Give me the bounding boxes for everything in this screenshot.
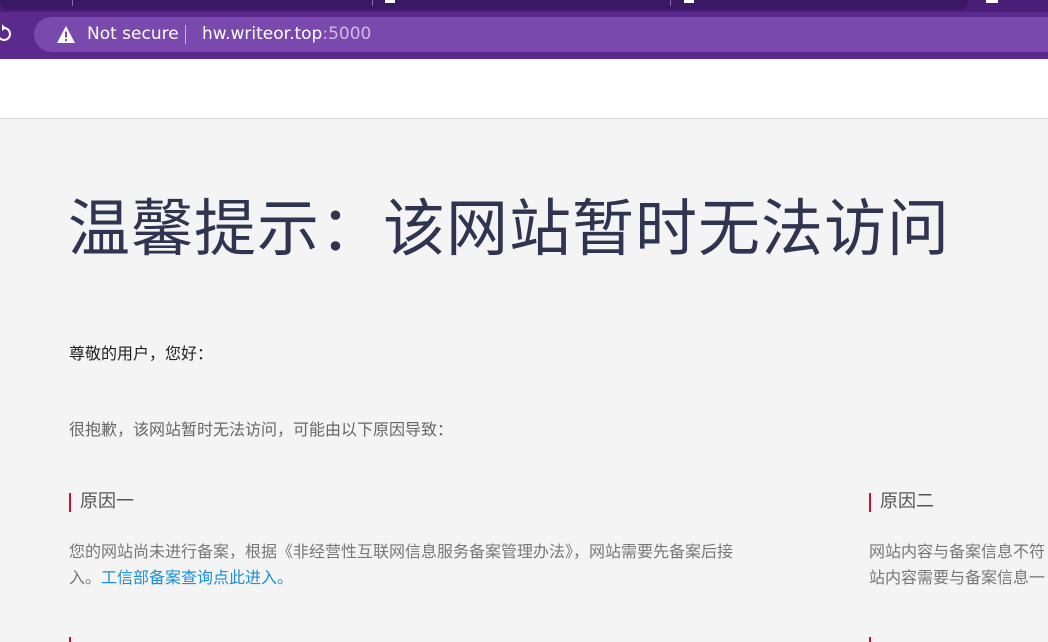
tab-favicon-icon: [385, 0, 395, 3]
page-header-bar: [0, 59, 1048, 119]
reload-icon[interactable]: [0, 24, 12, 44]
page-content: 温馨提示：该网站暂时无法访问 尊敬的用户，您好： 很抱歉，该网站暂时无法访问，可…: [0, 119, 1048, 642]
tab-bar[interactable]: [0, 0, 968, 10]
tab-separator: [670, 0, 671, 6]
reason-one-line1: 您的网站尚未进行备案，根据《非经营性互联网信息服务备案管理办法》，网站需要先备案…: [69, 542, 734, 561]
reason-four-marker: [869, 637, 871, 642]
security-label[interactable]: Not secure: [87, 25, 179, 44]
page-title: 温馨提示：该网站暂时无法访问: [68, 192, 951, 265]
reason-three-marker: [69, 637, 71, 642]
reason-two-body: 网站内容与备案信息不符 站内容需要与备案信息一: [869, 539, 1045, 591]
new-tab-icon[interactable]: [986, 0, 998, 3]
reason-two: 原因二 网站内容与备案信息不符 站内容需要与备案信息一: [869, 491, 1045, 591]
reason-two-line2: 站内容需要与备案信息一: [869, 568, 1046, 587]
url-host: hw.writeor.top: [202, 24, 323, 44]
reason-one-body: 您的网站尚未进行备案，根据《非经营性互联网信息服务备案管理办法》，网站需要先备案…: [69, 539, 814, 591]
tab-separator: [72, 0, 73, 6]
browser-chrome: Not secure hw.writeor.top:5000: [0, 0, 1048, 59]
reason-two-title: 原因二: [869, 491, 1045, 513]
reason-one-line2: 入。: [69, 568, 102, 587]
apology-text: 很抱歉，该网站暂时无法访问，可能由以下原因导致：: [69, 420, 454, 439]
tab-strip: [0, 0, 1048, 12]
omnibox-divider: [185, 25, 186, 44]
warning-icon[interactable]: [56, 25, 76, 44]
greeting-text: 尊敬的用户，您好：: [69, 344, 214, 363]
url-port: :5000: [322, 24, 372, 44]
reason-two-line1: 网站内容与备案信息不符: [869, 542, 1046, 561]
reason-one-title: 原因一: [69, 491, 814, 513]
tab-favicon-icon: [684, 0, 694, 3]
icp-lookup-link[interactable]: 工信部备案查询点此进入。: [101, 568, 293, 587]
tab-separator: [372, 0, 373, 6]
reason-one: 原因一 您的网站尚未进行备案，根据《非经营性互联网信息服务备案管理办法》，网站需…: [69, 491, 814, 591]
url-text[interactable]: hw.writeor.top:5000: [202, 25, 371, 44]
address-bar[interactable]: Not secure hw.writeor.top:5000: [34, 17, 1048, 52]
